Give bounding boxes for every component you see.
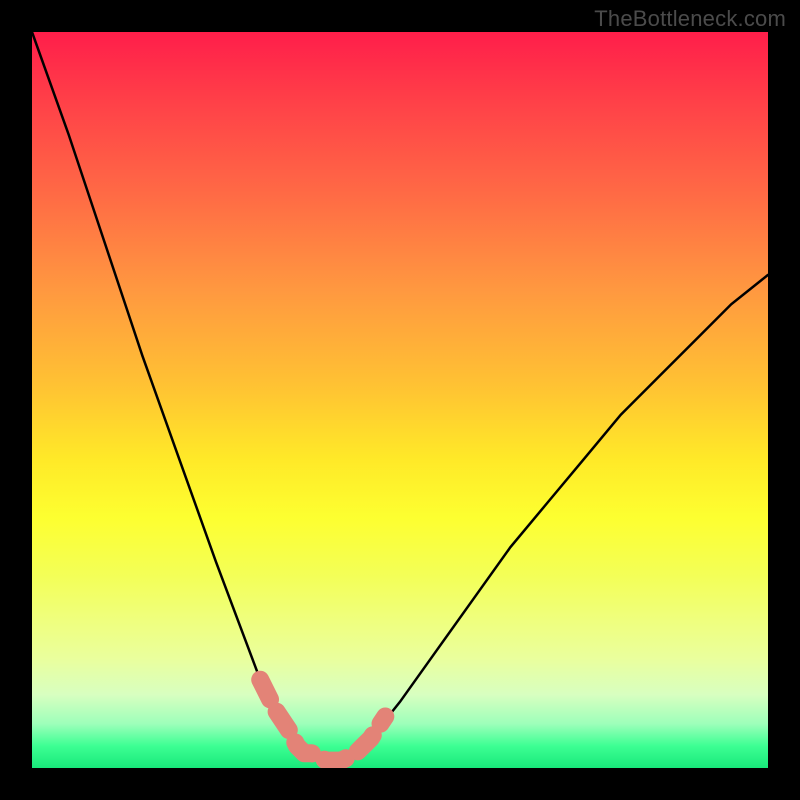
salmon-segment bbox=[260, 680, 385, 761]
watermark-text: TheBottleneck.com bbox=[594, 6, 786, 32]
chart-frame: TheBottleneck.com bbox=[0, 0, 800, 800]
bottleneck-curve bbox=[32, 32, 768, 761]
plot-area bbox=[32, 32, 768, 768]
chart-svg bbox=[32, 32, 768, 768]
